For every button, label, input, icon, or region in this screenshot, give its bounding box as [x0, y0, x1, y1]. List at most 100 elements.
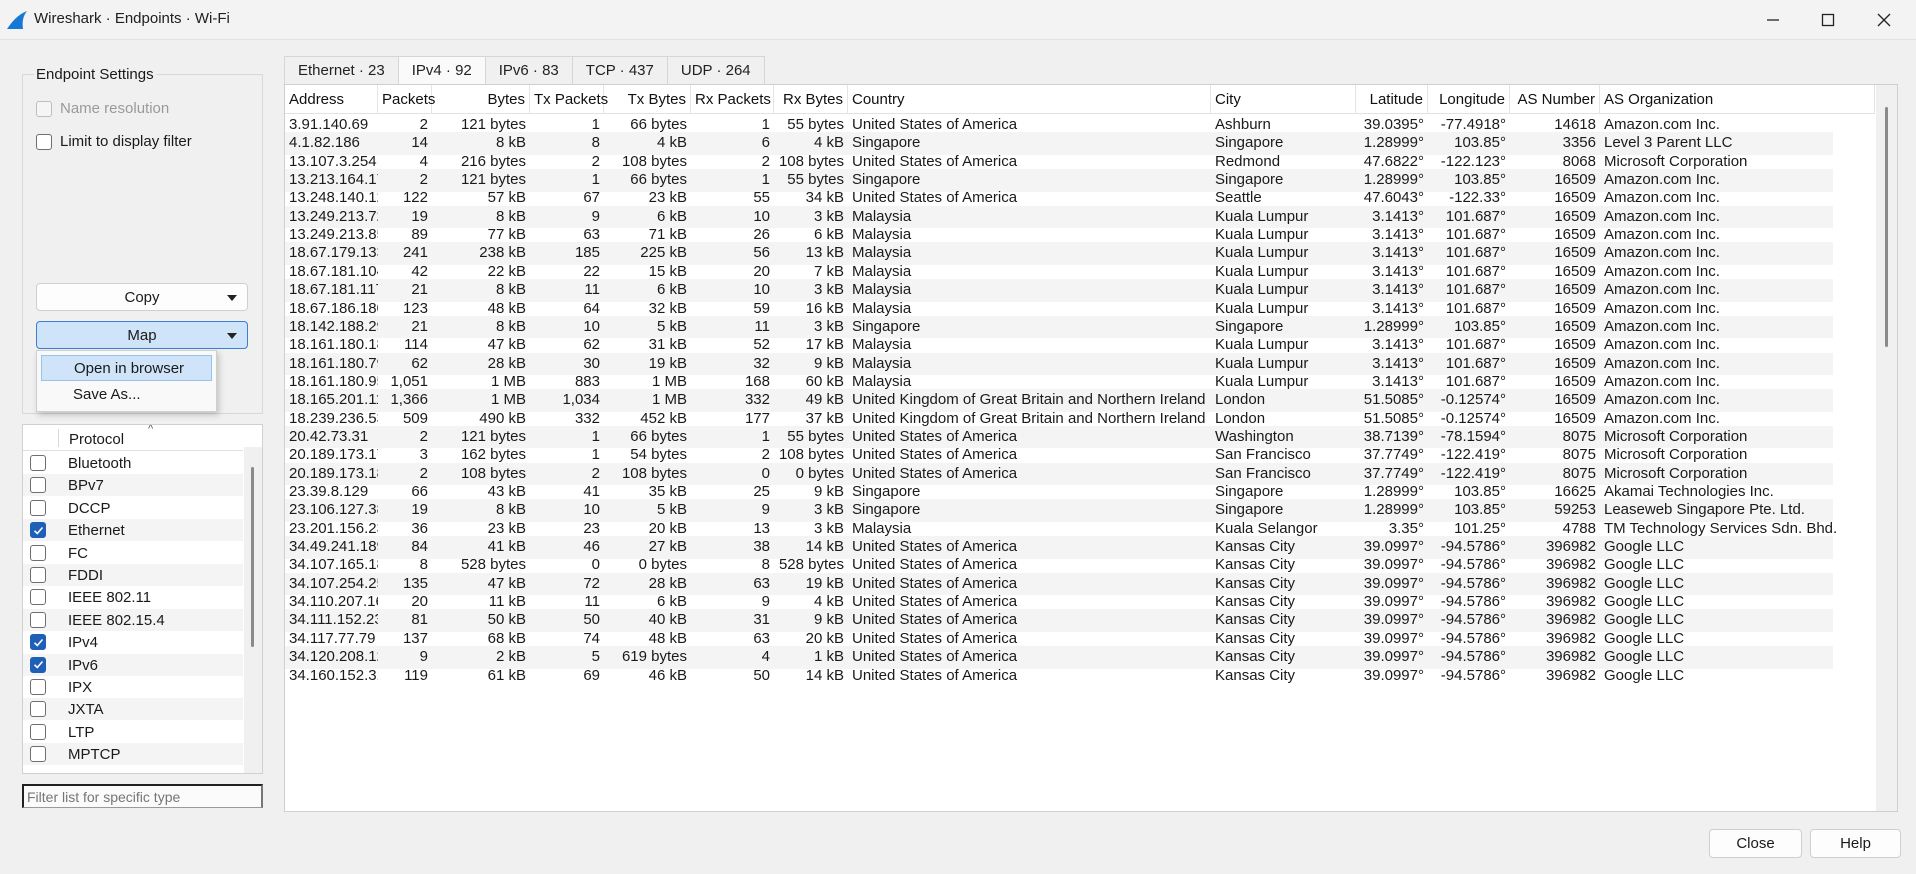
protocol-item-jxta[interactable]: JXTA [23, 698, 243, 721]
protocol-checkbox[interactable] [30, 544, 46, 561]
protocol-name: JXTA [68, 701, 104, 719]
column-header-as-organization[interactable]: AS Organization [1600, 85, 1875, 114]
protocol-item-dccp[interactable]: DCCP [23, 497, 243, 519]
cell-bytes: 61 kB [487, 666, 526, 684]
checkmark-icon [33, 638, 43, 647]
protocol-name: DCCP [68, 499, 111, 517]
protocol-item-ltp[interactable]: LTP [23, 721, 243, 743]
minimize-button[interactable] [1745, 0, 1801, 40]
tab-tcp[interactable]: TCP · 437 [571, 56, 668, 84]
protocol-item-ieee-802-11[interactable]: IEEE 802.11 [23, 586, 243, 608]
endpoint-tabs: Ethernet · 23 IPv4 · 92 IPv6 · 83 TCP · … [284, 56, 765, 85]
protocol-checkbox[interactable] [30, 455, 46, 471]
protocol-name: MPTCP [68, 746, 121, 764]
protocol-item-ipx[interactable]: IPX [23, 676, 243, 698]
chevron-down-icon [227, 333, 237, 339]
close-window-button[interactable] [1856, 0, 1912, 40]
protocol-list-header[interactable]: ^ Protocol [23, 425, 243, 451]
protocol-checkbox[interactable] [30, 656, 46, 673]
protocol-checkbox[interactable] [30, 567, 46, 583]
sort-ascending-icon: ^ [148, 424, 154, 435]
copy-button[interactable]: Copy [36, 283, 248, 311]
protocol-checkbox[interactable] [30, 746, 46, 763]
protocol-filter-input[interactable] [22, 784, 263, 808]
protocol-name: IPX [68, 679, 93, 696]
protocol-list-scrollbar[interactable] [244, 447, 262, 773]
protocol-item-ipv6[interactable]: IPv6 [23, 653, 243, 676]
protocol-checkbox[interactable] [30, 679, 46, 695]
cell-as-organization: Google LLC [1604, 666, 1685, 684]
name-resolution-checkbox[interactable]: Name resolution [36, 100, 169, 117]
protocol-checkbox[interactable] [30, 701, 46, 718]
scrollbar-thumb[interactable] [1885, 107, 1888, 347]
column-header-tx-packets[interactable]: Tx Packets [530, 85, 608, 114]
protocol-list: ^ Protocol Bluetooth BPv7 DCCP Ethernet FC FD… [22, 424, 263, 774]
title-bar: Wireshark · Endpoints · Wi-Fi [0, 0, 1916, 40]
cell-address: 34.160.152.31 [289, 666, 378, 684]
column-header-address[interactable]: Address [285, 85, 378, 114]
window-title: Wireshark · Endpoints · Wi-Fi [34, 10, 230, 27]
name-resolution-label: Name resolution [60, 100, 170, 117]
column-header-rx-bytes[interactable]: Rx Bytes [774, 85, 848, 114]
tab-ipv6[interactable]: IPv6 · 83 [484, 56, 573, 84]
protocol-item-fc[interactable]: FC [23, 542, 243, 564]
protocol-item-ethernet[interactable]: Ethernet [23, 519, 243, 542]
help-button[interactable]: Help [1810, 829, 1901, 858]
protocol-name: IEEE 802.11 [68, 589, 152, 607]
minimize-icon [1767, 19, 1779, 21]
cell-city: Kansas City [1215, 666, 1296, 684]
menu-item-open-in-browser[interactable]: Open in browser [41, 355, 212, 381]
column-header-country[interactable]: Country [848, 85, 1211, 114]
protocol-checkbox[interactable] [30, 723, 46, 740]
protocol-name: FDDI [68, 567, 103, 584]
cell-rx-packets: 50 [753, 666, 770, 684]
table-scrollbar[interactable] [1876, 85, 1897, 811]
cell-country: United States of America [852, 666, 1018, 684]
column-header-rx-packets[interactable]: Rx Packets [691, 85, 774, 114]
protocol-item-mptcp[interactable]: MPTCP [23, 743, 243, 766]
table-row[interactable]: 34.160.152.31 119 61 kB 69 46 kB 50 14 kB Unite… [285, 665, 1833, 688]
column-header-packets[interactable]: Packets [378, 85, 435, 114]
endpoint-settings-title: Endpoint Settings [34, 66, 156, 83]
close-button[interactable]: Close [1709, 829, 1802, 858]
checkbox-box [36, 133, 52, 150]
tab-udp[interactable]: UDP · 264 [666, 56, 765, 84]
tab-ipv4[interactable]: IPv4 · 92 [397, 56, 486, 85]
header-separator [58, 429, 59, 447]
protocol-name: IPv6 [68, 656, 99, 674]
protocol-name: IEEE 802.15.4 [68, 611, 165, 629]
cell-latitude: 39.0997° [1363, 666, 1424, 684]
protocol-item-bpv7[interactable]: BPv7 [23, 474, 243, 497]
column-header-city[interactable]: City [1211, 85, 1356, 114]
endpoints-table: ^ Address Packets Bytes Tx Packets Tx Bytes R… [284, 84, 1898, 812]
protocol-name: IPv4 [68, 634, 99, 652]
cell-rx-bytes: 14 kB [805, 666, 844, 684]
limit-display-filter-checkbox[interactable]: Limit to display filter [36, 133, 192, 150]
protocol-checkbox[interactable] [30, 522, 46, 539]
maximize-button[interactable] [1800, 0, 1856, 40]
column-header-tx-bytes[interactable]: Tx Bytes [604, 85, 691, 114]
column-header-bytes[interactable]: Bytes [432, 85, 530, 114]
protocol-checkbox[interactable] [30, 499, 46, 516]
checkmark-icon [33, 526, 43, 535]
cell-as-number: 396982 [1545, 666, 1596, 684]
protocol-checkbox[interactable] [30, 611, 46, 628]
menu-item-save-as[interactable]: Save As... [41, 382, 212, 408]
scrollbar-thumb[interactable] [251, 467, 254, 647]
checkmark-icon [33, 661, 43, 669]
map-label: Map [127, 326, 157, 344]
protocol-checkbox[interactable] [30, 634, 46, 651]
protocol-checkbox[interactable] [30, 477, 46, 494]
cell-packets: 119 [404, 666, 428, 684]
protocol-item-bluetooth[interactable]: Bluetooth [23, 452, 243, 474]
column-header-longitude[interactable]: Longitude [1428, 85, 1510, 114]
column-header-as-number[interactable]: AS Number [1510, 85, 1600, 114]
column-header-latitude[interactable]: Latitude [1356, 85, 1428, 114]
protocol-checkbox[interactable] [30, 589, 46, 606]
map-button[interactable]: Map [36, 321, 248, 349]
protocol-item-fddi[interactable]: FDDI [23, 564, 243, 586]
protocol-item-ieee-802-15-4[interactable]: IEEE 802.15.4 [23, 608, 243, 631]
tab-ethernet[interactable]: Ethernet · 23 [284, 56, 399, 84]
protocol-item-ipv4[interactable]: IPv4 [23, 631, 243, 653]
checkbox-box [36, 100, 52, 117]
